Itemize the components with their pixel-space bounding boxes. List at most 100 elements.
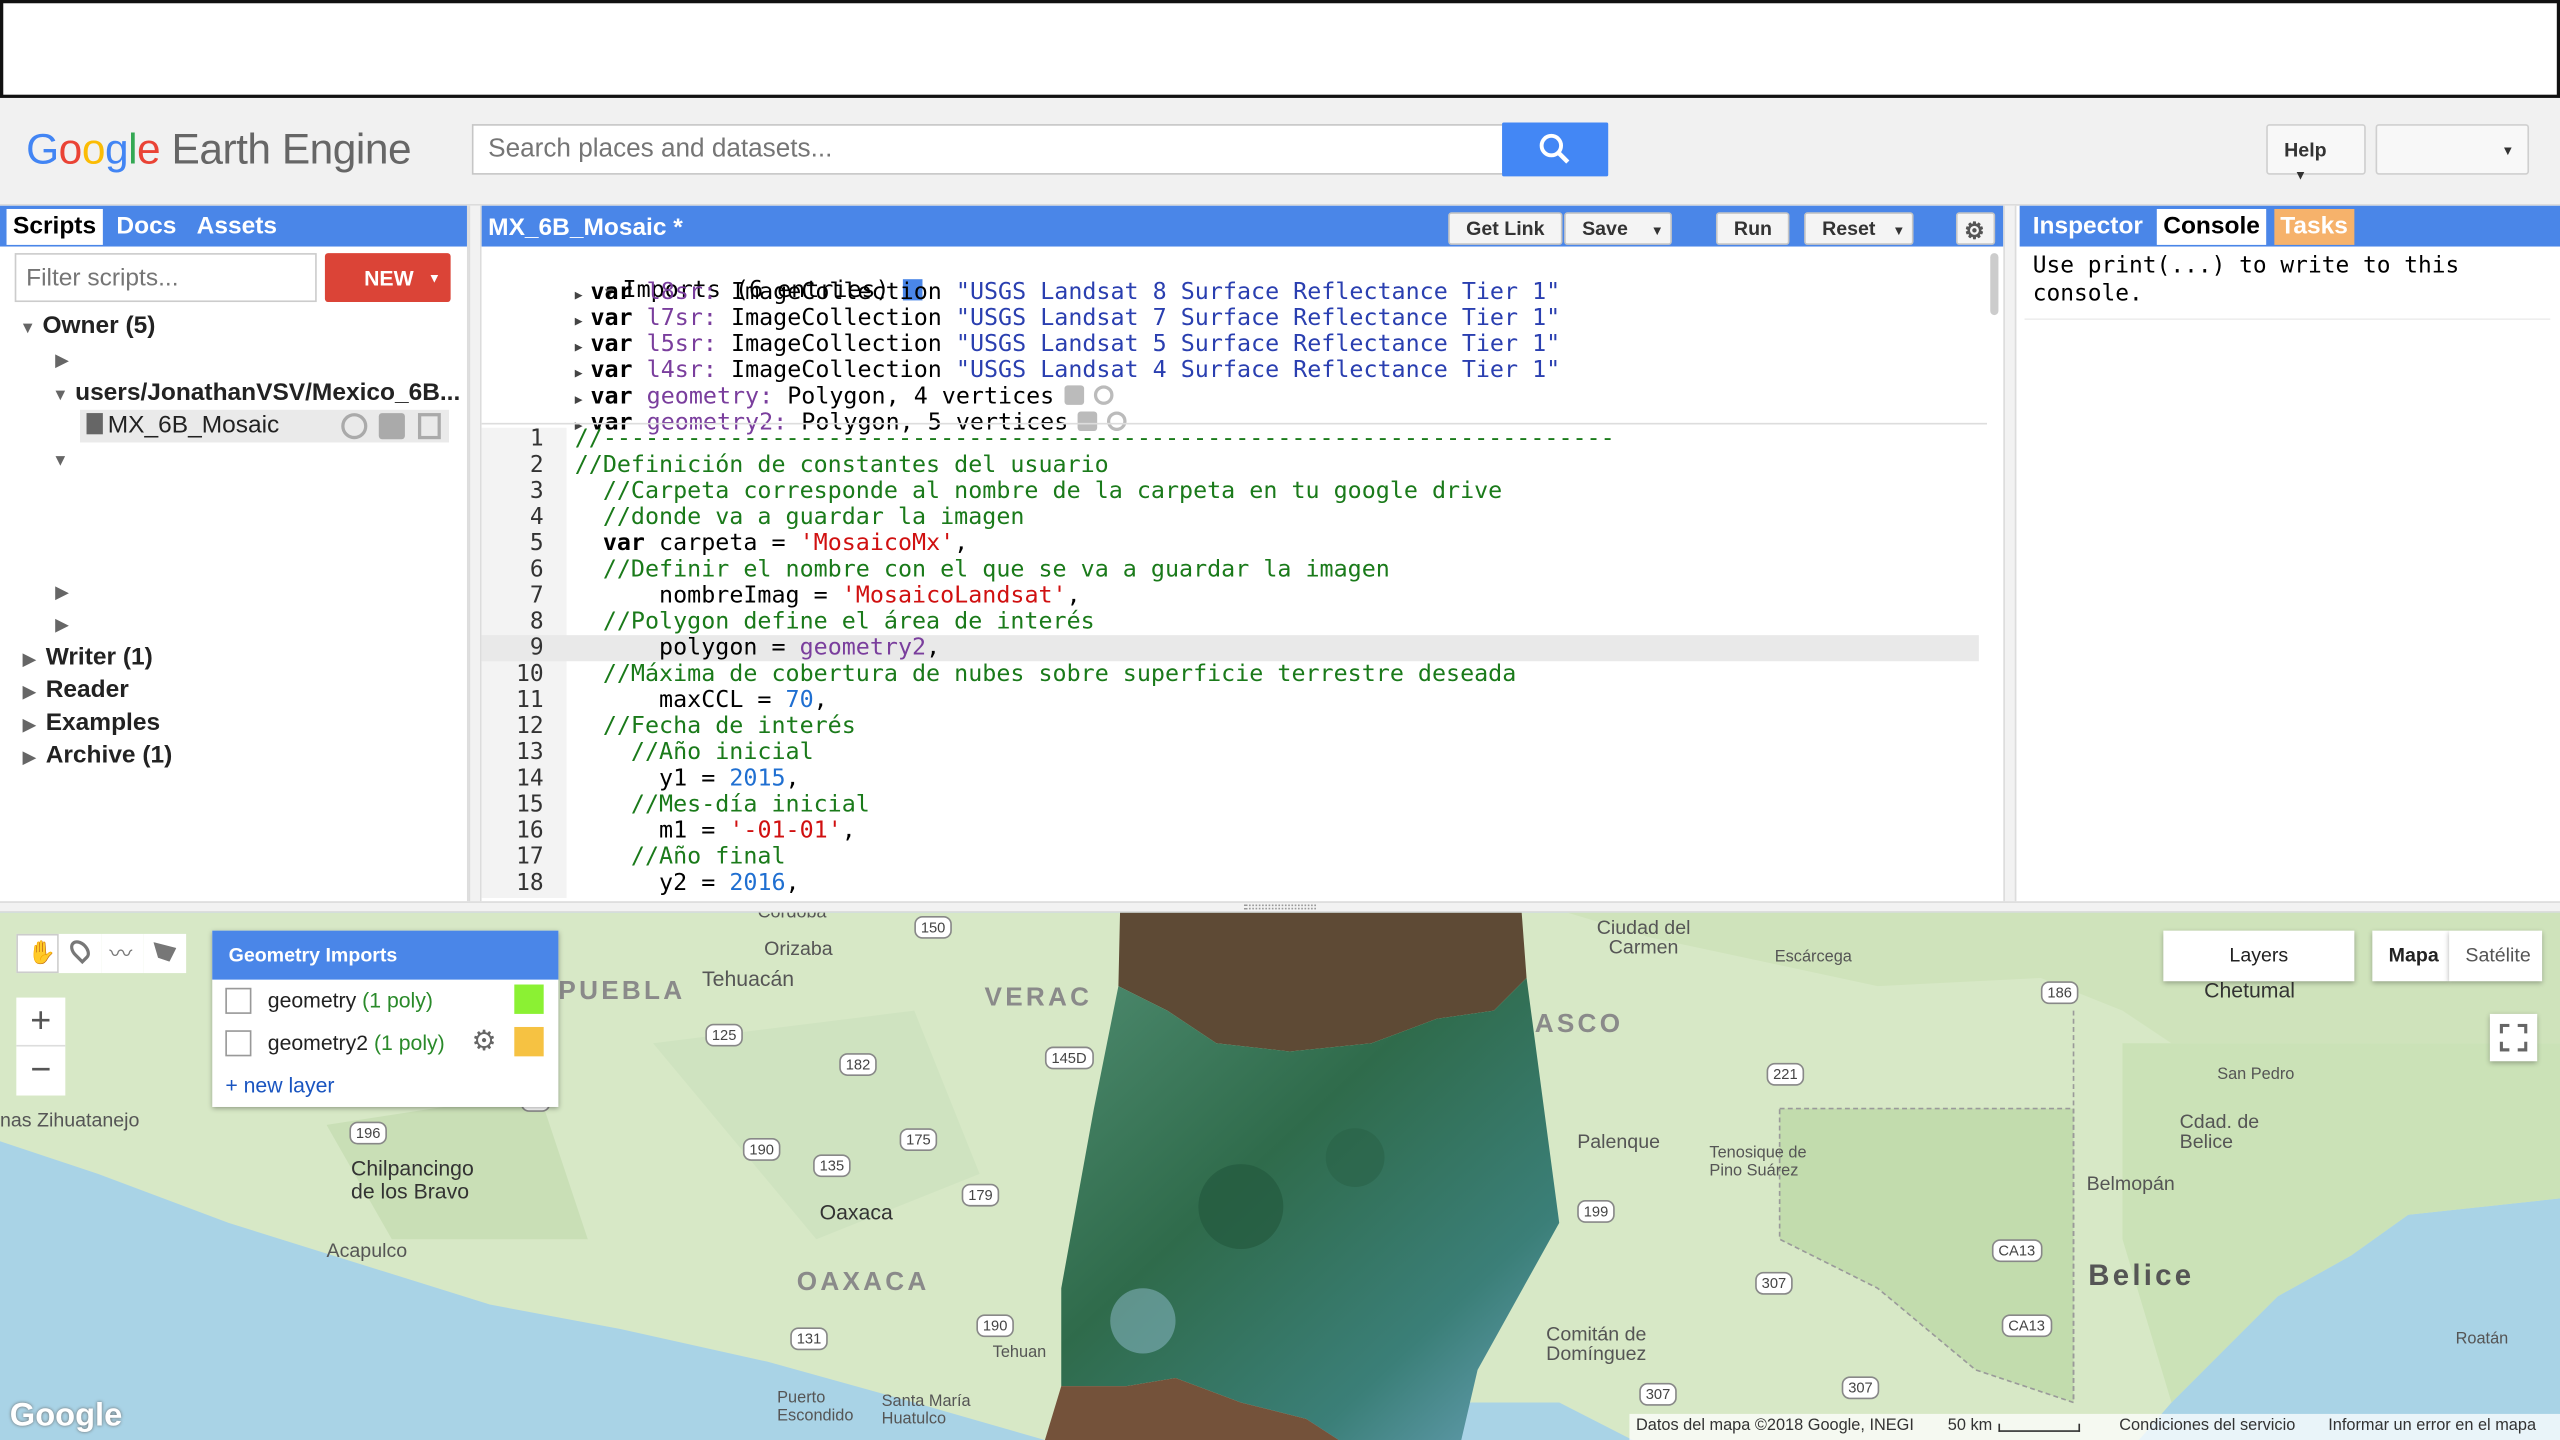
tab-docs[interactable]: Docs [110, 209, 183, 245]
tab-scripts[interactable]: Scripts [6, 208, 103, 245]
code-line[interactable]: //Mes-día inicial [575, 792, 1615, 818]
code-line[interactable]: var carpeta = 'MosaicoMx', [575, 531, 1615, 557]
expand-right-icon[interactable]: ▶ [575, 340, 591, 355]
code-line[interactable]: //Definición de constantes del usuario [575, 452, 1615, 478]
import-description[interactable]: "USGS Landsat 4 Surface Reflectance Tier… [956, 358, 1560, 384]
reset-button[interactable]: Reset ▼ [1804, 212, 1914, 245]
layer-checkbox[interactable] [225, 987, 252, 1014]
code-line[interactable]: //Polygon define el área de interés [575, 609, 1615, 635]
import-name[interactable]: l5sr: [647, 331, 717, 357]
imports-separator [481, 422, 1987, 425]
code-line[interactable]: //Máxima de cobertura de nubes sobre sup… [575, 661, 1615, 687]
point-tool[interactable] [58, 933, 102, 974]
code-line[interactable]: polygon = geometry2, [575, 635, 1615, 661]
expand-right-icon[interactable]: ▶ [575, 366, 591, 381]
import-name[interactable]: l7sr: [647, 305, 717, 331]
terms-link[interactable]: Condiciones del servicio [2119, 1417, 2295, 1435]
import-entry[interactable]: ▶ var l4sr: ImageCollection "USGS Landsa… [575, 359, 1560, 385]
tab-tasks[interactable]: Tasks [2273, 208, 2355, 245]
run-button[interactable]: Run [1715, 212, 1790, 245]
settings-button[interactable]: ⚙ [1955, 212, 1996, 245]
tree-collapsed-node[interactable]: ▶ [56, 609, 79, 637]
tree-collapsed-node[interactable]: ▶ [56, 576, 79, 604]
new-script-button[interactable]: NEW ▼ [324, 253, 451, 303]
polygon-tool[interactable] [143, 933, 187, 974]
label-cordoba: Córdoba [757, 912, 827, 923]
tree-collapsed-node[interactable]: ▶ [56, 344, 79, 372]
tab-inspector[interactable]: Inspector [2026, 209, 2149, 245]
import-entry[interactable]: ▶ var l8sr: ImageCollection "USGS Landsa… [575, 281, 1560, 307]
code-line[interactable]: //Año final [575, 844, 1615, 870]
map-type-mapa[interactable]: Mapa [2372, 930, 2450, 982]
code-line[interactable]: //--------------------------------------… [575, 426, 1615, 452]
tab-assets[interactable]: Assets [190, 209, 283, 245]
tab-console[interactable]: Console [2156, 208, 2267, 245]
code-line[interactable]: //Año inicial [575, 740, 1615, 766]
code-token: //Definir el nombre con el que se va a g… [602, 556, 1390, 583]
label-tenosique: Tenosique de Pino Suárez [1709, 1144, 1807, 1181]
code-line[interactable]: //Carpeta corresponde al nombre de la ca… [575, 478, 1615, 504]
new-layer-link[interactable]: + new layer [212, 1065, 558, 1107]
map-splitter[interactable] [0, 901, 2560, 913]
zoom-in-button[interactable]: + [16, 997, 66, 1047]
tree-file-row[interactable]: MX_6B_Mosaic [80, 409, 449, 443]
tree-repo[interactable]: ▼ users/JonathanVSV/Mexico_6B... [52, 379, 460, 407]
layer-color-swatch[interactable] [514, 984, 544, 1014]
expand-right-icon[interactable]: ▶ [575, 313, 591, 328]
delete-icon[interactable] [417, 413, 441, 440]
filter-scripts-input[interactable] [14, 253, 317, 303]
code-line[interactable]: y1 = 2015, [575, 766, 1615, 792]
tree-archive[interactable]: ▶ Archive (1) [23, 741, 172, 769]
earth-engine-logo[interactable]: Google Earth Engine [26, 124, 411, 175]
geometry2-layer-row[interactable]: geometry2 (1 poly) ⚙ [212, 1022, 558, 1064]
import-description[interactable]: "USGS Landsat 8 Surface Reflectance Tier… [956, 279, 1560, 305]
code-token: , [785, 870, 800, 897]
code-line[interactable]: m1 = '-01-01', [575, 818, 1615, 844]
import-entry[interactable]: ▶ var l5sr: ImageCollection "USGS Landsa… [575, 333, 1560, 359]
zoom-out-button[interactable]: − [16, 1046, 66, 1096]
tree-owner[interactable]: ▼ Owner (5) [20, 312, 156, 340]
gear-icon[interactable]: ⚙ [471, 1025, 496, 1058]
search-input[interactable] [471, 124, 1504, 175]
code-line[interactable]: nombreImag = 'MosaicoLandsat', [575, 583, 1615, 609]
help-button[interactable]: Help ▼ [2266, 124, 2366, 183]
tree-examples[interactable]: ▶ Examples [23, 709, 160, 737]
code-line[interactable]: y2 = 2016, [575, 870, 1615, 896]
tree-reader[interactable]: ▶ Reader [23, 676, 129, 704]
import-name[interactable]: geometry: [647, 384, 773, 410]
search-button[interactable] [1502, 122, 1609, 177]
code-line[interactable]: //Definir el nombre con el que se va a g… [575, 557, 1615, 583]
report-error-link[interactable]: Informar un error en el mapa [2328, 1417, 2536, 1435]
history-icon[interactable] [341, 413, 368, 440]
import-name[interactable]: l4sr: [647, 358, 717, 384]
edit-icon[interactable] [378, 413, 405, 440]
import-name[interactable]: l8sr: [647, 279, 717, 305]
layer-color-swatch[interactable] [514, 1026, 544, 1057]
tree-collapsed-node[interactable]: ▼ [52, 444, 75, 472]
expand-right-icon[interactable]: ▶ [575, 287, 591, 302]
save-button[interactable]: Save ▼ [1564, 212, 1672, 245]
code-area[interactable]: //--------------------------------------… [575, 426, 1615, 896]
right-splitter[interactable] [2003, 205, 2017, 902]
import-entry[interactable]: ▶ var l7sr: ImageCollection "USGS Landsa… [575, 307, 1560, 333]
layers-button[interactable]: Layers [2163, 930, 2355, 982]
editor-scrollbar[interactable] [1990, 253, 1999, 316]
code-line[interactable]: maxCCL = 70, [575, 687, 1615, 713]
hand-tool[interactable]: ✋ [16, 933, 59, 974]
import-description[interactable]: "USGS Landsat 5 Surface Reflectance Tier… [956, 331, 1560, 357]
get-link-button[interactable]: Get Link [1448, 212, 1563, 245]
code-line[interactable]: //donde va a guardar la imagen [575, 505, 1615, 531]
line-tool[interactable]: 〰 [101, 933, 144, 974]
layer-checkbox[interactable] [225, 1030, 252, 1057]
geometry-layer-row[interactable]: geometry (1 poly) [212, 980, 558, 1022]
gear-icon[interactable] [1093, 385, 1114, 405]
tree-writer[interactable]: ▶ Writer (1) [23, 643, 153, 671]
import-description[interactable]: "USGS Landsat 7 Surface Reflectance Tier… [956, 305, 1560, 331]
fullscreen-button[interactable] [2489, 1013, 2538, 1062]
import-entry[interactable]: ▶ var geometry: Polygon, 4 vertices [575, 385, 1560, 411]
map-type-satelite[interactable]: Satélite [2449, 930, 2543, 982]
expand-right-icon[interactable]: ▶ [575, 392, 591, 407]
geometry-edit-icon[interactable] [1064, 385, 1084, 405]
code-line[interactable]: //Fecha de interés [575, 713, 1615, 739]
account-dropdown[interactable]: ▼ [2375, 124, 2530, 175]
